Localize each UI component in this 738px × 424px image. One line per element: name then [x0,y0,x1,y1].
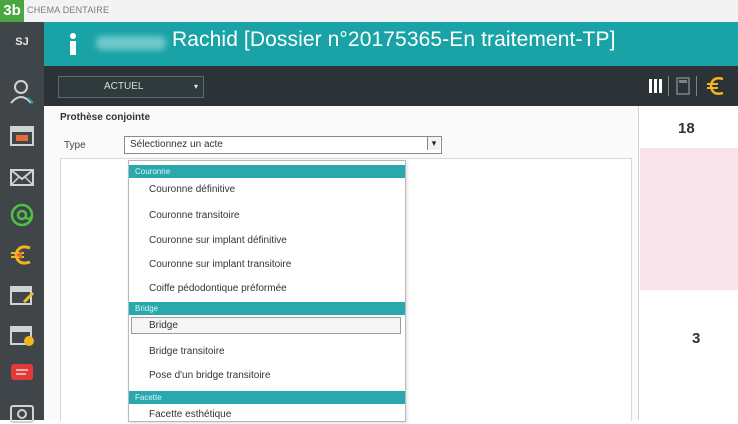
tooth-number[interactable]: 18 [678,120,695,137]
list-item[interactable]: Couronne sur implant définitive [149,235,287,246]
calendar-edit-icon[interactable] [8,282,36,308]
mail-icon[interactable] [8,164,36,190]
message-icon[interactable] [8,360,36,386]
group-header: Bridge [129,302,405,315]
columns-view-icon[interactable] [648,76,664,96]
list-item[interactable]: Couronne sur implant transitoire [149,259,291,270]
camera-icon[interactable] [8,398,36,424]
euro-icon[interactable] [704,74,728,98]
list-item[interactable]: Pose d'un bridge transitoire [149,370,270,381]
acts-dropdown-list: Couronne Couronne définitive Couronne tr… [128,160,406,422]
at-icon[interactable] [8,202,36,228]
list-item[interactable]: Facette esthétique [149,409,231,420]
patient-title: Rachid [Dossier n°20175365-En traitement… [172,28,616,51]
user-initials[interactable]: SJ [0,36,44,48]
group-header: Couronne [129,165,405,178]
calendar-clock-icon[interactable] [8,322,36,348]
calculator-icon[interactable] [676,76,690,96]
list-item[interactable]: Bridge transitoire [149,346,225,357]
chevron-down-icon: ▾ [194,82,199,91]
type-select-value: Sélectionnez un acte [130,139,223,150]
window-title: CHEMA DENTAIRE [27,5,110,15]
dropdown-arrow-icon[interactable]: ▾ [427,137,440,150]
period-select-value: ACTUEL [104,81,144,92]
person-icon [70,33,76,55]
group-header: Facette [129,391,405,404]
list-item[interactable]: Couronne définitive [149,184,235,195]
list-item[interactable]: Bridge [149,320,178,331]
toolbar-divider [696,76,697,96]
euro-arrow-icon[interactable] [8,242,36,268]
calendar-icon[interactable] [8,122,36,148]
gum-area [640,148,738,290]
tooth-number[interactable]: 3 [692,330,700,347]
figure-badge: 3b [0,0,24,22]
panel-title: Prothèse conjointe [60,112,151,123]
list-item[interactable]: Couronne transitoire [149,210,240,221]
user-icon[interactable] [8,78,36,104]
toolbar-divider [668,76,669,96]
list-item[interactable]: Coiffe pédodontique préformée [149,283,287,294]
type-label: Type [64,140,86,151]
redacted-name [96,36,166,50]
window-titlebar [0,0,738,23]
